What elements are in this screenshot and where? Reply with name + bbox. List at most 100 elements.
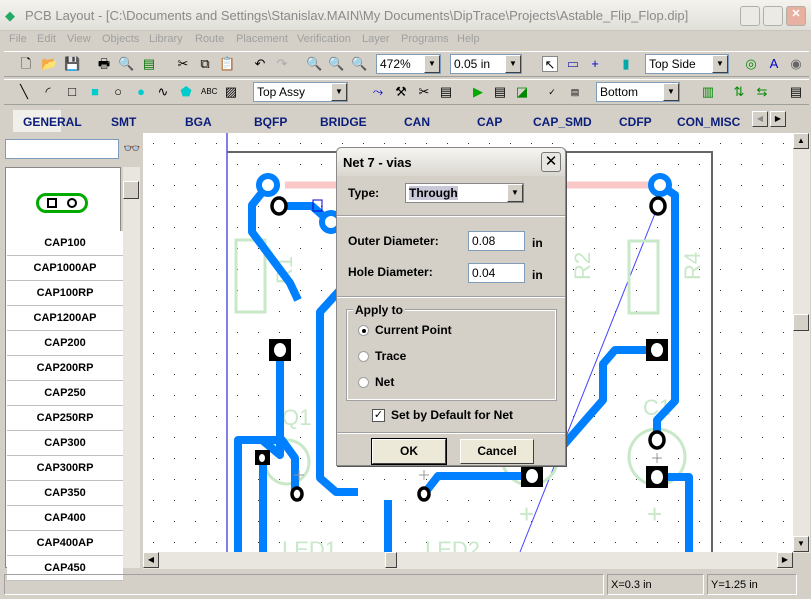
set-default-checkbox[interactable]: ✓ [372, 409, 385, 422]
radio-trace[interactable] [358, 351, 369, 362]
route-manual-icon[interactable]: ⤳ [370, 84, 386, 100]
component-search-input[interactable] [5, 139, 119, 159]
cut-icon[interactable]: ✂ [175, 56, 191, 72]
menu-route[interactable]: Route [195, 33, 224, 45]
horizontal-scroll-thumb[interactable] [385, 552, 397, 568]
route-edit-icon[interactable]: ⚒ [393, 84, 409, 100]
cancel-button[interactable]: Cancel [460, 439, 534, 464]
zoom-combo[interactable]: 472% ▼ [376, 54, 441, 74]
side-combo[interactable]: Top Side ▼ [645, 54, 729, 74]
zoom-fit-icon[interactable]: 🔍 [351, 56, 367, 72]
menu-layer[interactable]: Layer [362, 33, 390, 45]
tab-con-misc[interactable]: CON_MISC [677, 115, 740, 129]
print-icon[interactable]: 🖶 [96, 56, 112, 72]
filled-circle-icon[interactable]: ● [133, 84, 149, 100]
component-list-item[interactable]: CAP1000AP [7, 256, 123, 281]
menu-programs[interactable]: Programs [401, 33, 449, 45]
tabs-scroll-left-button[interactable]: ◀ [752, 111, 768, 127]
menu-view[interactable]: View [67, 33, 91, 45]
drc-icon[interactable]: ✓ [544, 84, 560, 100]
tab-cdfp[interactable]: CDFP [619, 115, 652, 129]
filled-rectangle-icon[interactable]: ■ [87, 84, 103, 100]
scroll-down-button[interactable]: ▼ [793, 536, 809, 552]
text-a-icon[interactable]: A [766, 56, 782, 72]
menu-help[interactable]: Help [457, 33, 480, 45]
menu-placement[interactable]: Placement [236, 33, 288, 45]
current-point-label[interactable]: Current Point [375, 323, 452, 337]
select-pointer-icon[interactable]: ↖ [542, 56, 558, 72]
set-default-label[interactable]: Set by Default for Net [391, 408, 513, 422]
copper-pour-icon[interactable]: ◪ [514, 84, 530, 100]
scroll-right-button[interactable]: ▶ [777, 552, 793, 568]
net-label[interactable]: Net [375, 375, 394, 389]
autoroute-setup-icon[interactable]: ▤ [492, 84, 508, 100]
polyline-icon[interactable]: ∿ [155, 84, 171, 100]
image-icon[interactable]: ▨ [223, 84, 239, 100]
layer-stack-icon[interactable]: ▥ [700, 84, 716, 100]
type-combo[interactable]: Through ▼ [405, 183, 524, 203]
menu-objects[interactable]: Objects [102, 33, 139, 45]
pad-icon[interactable]: ◎ [743, 56, 759, 72]
crosshair-icon[interactable]: + [587, 56, 603, 72]
component-list-item[interactable]: CAP100 [7, 231, 123, 256]
rectangle-icon[interactable]: □ [64, 84, 80, 100]
minimize-button[interactable] [740, 6, 760, 26]
redo-icon[interactable]: ↷ [274, 56, 290, 72]
component-list-item[interactable]: CAP200 [7, 331, 123, 356]
pad-number-icon[interactable]: ▭ [565, 56, 581, 72]
tab-can[interactable]: CAN [404, 115, 430, 129]
ok-button[interactable]: OK [371, 438, 447, 465]
radio-current-point[interactable] [358, 325, 369, 336]
arc-icon[interactable]: ◜ [40, 84, 56, 100]
dialog-close-button[interactable]: ✕ [541, 152, 561, 172]
copy-icon[interactable]: ⧉ [197, 56, 213, 72]
autoroute-run-icon[interactable]: ▶ [470, 84, 486, 100]
undo-icon[interactable]: ↶ [252, 56, 268, 72]
line-icon[interactable]: ╲ [16, 84, 32, 100]
tab-cap-smd[interactable]: CAP_SMD [533, 115, 592, 129]
menu-verification[interactable]: Verification [297, 33, 351, 45]
menu-file[interactable]: File [9, 33, 27, 45]
component-list-item[interactable]: CAP100RP [7, 281, 123, 306]
tab-general[interactable]: GENERAL [23, 115, 82, 129]
tab-smt[interactable]: SMT [111, 115, 136, 129]
zoom-in-icon[interactable]: 🔍 [306, 56, 322, 72]
horizontal-scrollbar[interactable]: ◀ ▶ [143, 552, 793, 569]
close-button[interactable]: ✕ [786, 6, 806, 26]
properties-icon[interactable]: ▤ [788, 84, 804, 100]
menu-library[interactable]: Library [149, 33, 183, 45]
sidebar-scrollbar[interactable] [123, 167, 140, 568]
menu-edit[interactable]: Edit [37, 33, 56, 45]
vertical-scroll-thumb[interactable] [793, 314, 809, 331]
polygon-icon[interactable]: ⬟ [178, 84, 194, 100]
zoom-out-icon[interactable]: 🔍 [328, 56, 344, 72]
tab-bridge[interactable]: BRIDGE [320, 115, 367, 129]
drc-setup-icon[interactable]: ▤ [567, 84, 583, 100]
route-layer-combo[interactable]: Bottom ▼ [596, 82, 680, 102]
paste-icon[interactable]: 📋 [219, 56, 235, 72]
grid-combo[interactable]: 0.05 in ▼ [450, 54, 522, 74]
tab-cap[interactable]: CAP [477, 115, 502, 129]
tabs-scroll-right-button[interactable]: ▶ [770, 111, 786, 127]
component-list-item[interactable]: CAP300 [7, 431, 123, 456]
layer-combo[interactable]: Top Assy ▼ [253, 82, 348, 102]
print-preview-icon[interactable]: 🔍 [118, 56, 134, 72]
scroll-thumb[interactable] [123, 181, 139, 199]
scroll-left-button[interactable]: ◀ [143, 552, 159, 568]
scroll-up-button[interactable]: ▲ [793, 133, 809, 149]
binoculars-icon[interactable]: 👓 [123, 140, 140, 157]
via-icon[interactable]: ◉ [788, 56, 804, 72]
component-list-item[interactable]: CAP1200AP [7, 306, 123, 331]
outer-diameter-input[interactable]: 0.08 [468, 231, 525, 251]
component-list-item[interactable]: CAP400 [7, 506, 123, 531]
circle-icon[interactable]: ○ [110, 84, 126, 100]
component-list-item[interactable]: CAP300RP [7, 456, 123, 481]
swap-icon[interactable]: ⇅ [731, 84, 747, 100]
tab-bqfp[interactable]: BQFP [254, 115, 287, 129]
component-list-item[interactable]: CAP250 [7, 381, 123, 406]
component-list-item[interactable]: CAP200RP [7, 356, 123, 381]
vertical-scrollbar[interactable]: ▲ ▼ [793, 133, 810, 553]
route-cut-icon[interactable]: ✂ [416, 84, 432, 100]
hole-diameter-input[interactable]: 0.04 [468, 263, 525, 283]
text-icon[interactable]: ABC [201, 84, 217, 100]
